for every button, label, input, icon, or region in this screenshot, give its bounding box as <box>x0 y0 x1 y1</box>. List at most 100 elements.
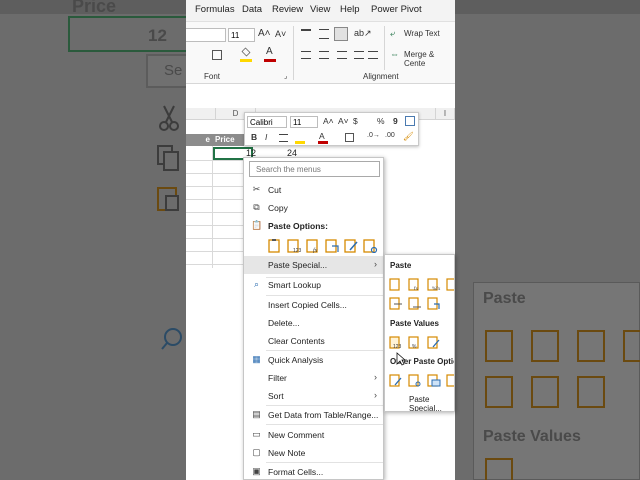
bg-price-text: Price <box>72 0 117 16</box>
sub-paste-transpose-icon[interactable] <box>427 296 441 310</box>
sub-linked-picture-icon[interactable] <box>446 373 455 387</box>
borders-icon[interactable] <box>212 50 222 60</box>
menu-item-new-comment[interactable]: ▭ New Comment <box>244 427 383 443</box>
paste-special-submenu: Paste fx %fx Paste Values 123 % Other Pa… <box>384 254 455 412</box>
sub-paste-no-borders-icon[interactable] <box>389 296 403 310</box>
submenu-paste-special-item[interactable]: Paste Special... <box>409 395 454 411</box>
tab-view[interactable]: View <box>310 4 330 15</box>
menu-item-paste-special[interactable]: Paste Special... › <box>244 256 383 274</box>
menu-item-format-cells[interactable]: ▣ Format Cells... <box>244 464 383 480</box>
menu-search-input[interactable]: Search the menus <box>249 161 380 177</box>
bg-search-fragment: Se <box>164 62 183 79</box>
mini-grow-font-icon[interactable]: A˄ <box>323 116 334 126</box>
increase-indent-icon[interactable] <box>368 51 378 59</box>
menu-item-filter[interactable]: Filter › <box>244 370 383 386</box>
sub-paste-formulas-number-icon[interactable]: %fx <box>427 277 441 291</box>
bg-value-text: 12 <box>148 26 167 45</box>
bg-paste-icon-5 <box>485 376 513 408</box>
mini-font-size-select[interactable]: 11 <box>290 116 318 128</box>
decrease-indent-icon[interactable] <box>354 51 364 59</box>
paste-link-icon[interactable] <box>363 238 378 253</box>
grow-font-icon[interactable]: A˄ <box>258 28 271 39</box>
mini-shrink-font-icon[interactable]: A˅ <box>338 116 349 126</box>
font-color-icon[interactable]: A <box>264 46 276 62</box>
merge-center-label: Merge & Cente <box>404 50 435 68</box>
shrink-font-icon[interactable]: A˅ <box>275 29 286 39</box>
sub-values-icon[interactable]: 123 <box>389 335 403 349</box>
menu-item-delete[interactable]: Delete... <box>244 315 383 331</box>
paste-formatting-icon[interactable] <box>344 238 359 253</box>
menu-item-smart-lookup[interactable]: ⌕ Smart Lookup <box>244 277 383 293</box>
column-header-i[interactable]: I <box>436 108 455 120</box>
font-size-select[interactable]: 11 <box>228 28 255 42</box>
font-dialog-launcher-icon[interactable]: ⌟ <box>284 72 287 80</box>
menu-separator <box>266 350 383 351</box>
align-bottom-icon[interactable] <box>334 27 348 41</box>
mini-format-painter-icon[interactable]: 🖌 <box>403 131 414 142</box>
sub-picture-icon[interactable] <box>427 373 441 387</box>
tab-help[interactable]: Help <box>340 4 360 15</box>
menu-item-insert-copied-cells[interactable]: Insert Copied Cells... <box>244 297 383 313</box>
mini-decrease-decimal-icon[interactable]: .00 <box>385 132 395 139</box>
mini-bold-button[interactable]: B <box>251 132 257 142</box>
mini-center-icon[interactable] <box>279 134 288 142</box>
background-right-zoom: Paste Paste Values <box>455 0 640 480</box>
mini-font-name-select[interactable]: Calibri <box>247 116 287 128</box>
sub-paste-column-widths-icon[interactable] <box>408 296 422 310</box>
sub-paste-formulas-icon[interactable]: fx <box>408 277 422 291</box>
menu-item-cut[interactable]: ✂ Cut <box>244 182 383 198</box>
menu-separator <box>266 424 383 425</box>
sub-values-number-format-icon[interactable]: % <box>408 335 422 349</box>
wrap-text-button[interactable]: ⤶ Wrap Text <box>390 28 455 42</box>
font-name-select[interactable] <box>186 28 226 42</box>
paste-formulas-icon[interactable]: fx <box>306 238 321 253</box>
mini-fill-color-icon[interactable] <box>295 132 305 144</box>
align-center-icon[interactable] <box>319 51 329 59</box>
sub-paste-icon[interactable] <box>389 277 403 291</box>
align-middle-icon[interactable] <box>319 29 329 39</box>
bg-paste-icon-4 <box>623 330 640 362</box>
submenu-paste-heading: Paste <box>390 261 412 270</box>
context-menu: Search the menus ✂ Cut ⧉ Copy 📋 Paste Op… <box>243 157 384 480</box>
sub-formatting-icon[interactable] <box>389 373 403 387</box>
mini-currency-icon[interactable]: $ <box>353 116 358 126</box>
header-cell-c[interactable]: e <box>186 134 212 146</box>
svg-text:%fx: %fx <box>432 287 441 291</box>
align-left-icon[interactable] <box>301 51 311 59</box>
mini-increase-decimal-icon[interactable]: .0→ <box>367 132 380 139</box>
fill-color-icon[interactable] <box>240 47 252 62</box>
bg-copy-icon <box>157 145 179 171</box>
mini-italic-button[interactable]: I <box>265 132 267 142</box>
paste-default-icon[interactable] <box>268 238 283 253</box>
merge-center-button[interactable]: ⇔ Merge & Cente <box>390 49 455 68</box>
tab-formulas[interactable]: Formulas <box>195 4 235 15</box>
menu-item-copy[interactable]: ⧉ Copy <box>244 200 383 216</box>
tab-power-pivot[interactable]: Power Pivot <box>371 4 422 15</box>
menu-item-quick-analysis[interactable]: ▦ Quick Analysis <box>244 352 383 368</box>
mini-comma-icon[interactable]: 9 <box>393 116 398 126</box>
menu-item-get-data[interactable]: ▤ Get Data from Table/Range... <box>244 407 383 423</box>
paste-values-icon[interactable]: 123 <box>287 238 302 253</box>
paste-transpose-icon[interactable] <box>325 238 340 253</box>
sub-paste-link-icon[interactable] <box>408 373 422 387</box>
menu-item-clear-contents[interactable]: Clear Contents <box>244 333 383 349</box>
bg-paste-values-icon <box>485 458 513 480</box>
align-right-icon[interactable] <box>337 51 347 59</box>
align-top-icon[interactable] <box>301 29 311 37</box>
mini-toolbar: Calibri 11 A˄ A˅ $ % 9 B I A .0→ .00 🖌 <box>244 112 419 146</box>
mini-font-color-icon[interactable]: A <box>318 131 328 144</box>
bg-selected-cell <box>68 16 186 52</box>
sub-values-source-format-icon[interactable] <box>427 335 441 349</box>
bg-ribbon-band <box>455 0 640 14</box>
mouse-cursor-icon <box>396 352 406 366</box>
menu-item-sort[interactable]: Sort › <box>244 388 383 404</box>
tab-review[interactable]: Review <box>272 4 303 15</box>
mini-percent-icon[interactable]: % <box>377 116 385 126</box>
orientation-icon[interactable]: ab↗ <box>354 28 372 39</box>
tab-data[interactable]: Data <box>242 4 262 15</box>
menu-item-new-note[interactable]: ▢ New Note <box>244 445 383 461</box>
mini-format-table-icon[interactable] <box>405 116 415 126</box>
sub-paste-keep-source-icon[interactable] <box>446 277 455 291</box>
column-header-c[interactable] <box>186 108 216 120</box>
mini-borders-icon[interactable] <box>345 133 354 142</box>
